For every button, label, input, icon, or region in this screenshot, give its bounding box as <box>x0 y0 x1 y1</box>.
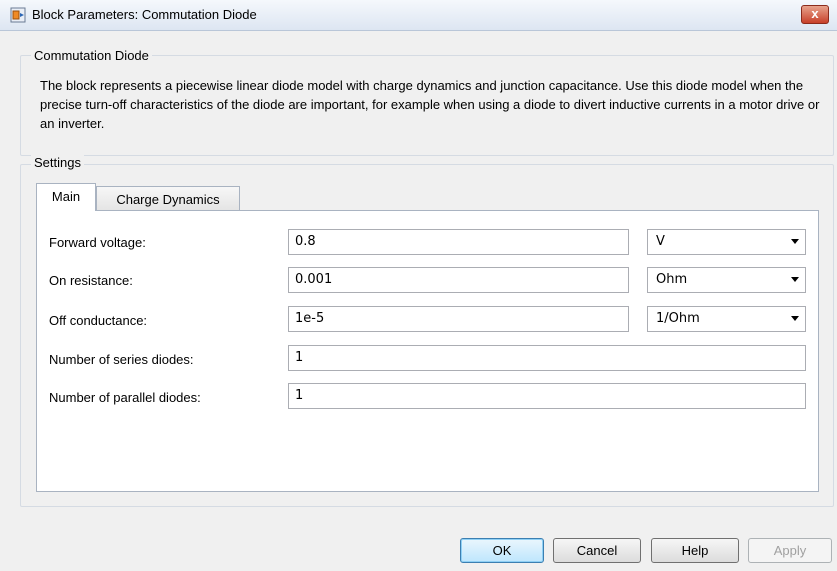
forward-voltage-unit-select[interactable]: V <box>647 229 806 255</box>
off-conductance-unit-value: 1/Ohm <box>656 311 700 326</box>
title-bar[interactable]: Block Parameters: Commutation Diode x <box>0 0 837 31</box>
ok-button[interactable]: OK <box>460 538 544 563</box>
off-conductance-unit-select[interactable]: 1/Ohm <box>647 306 806 332</box>
off-conductance-input[interactable]: 1e-5 <box>288 306 629 332</box>
on-resistance-input[interactable]: 0.001 <box>288 267 629 293</box>
cancel-button[interactable]: Cancel <box>553 538 641 563</box>
apply-button[interactable]: Apply <box>748 538 832 563</box>
parallel-diodes-label: Number of parallel diodes: <box>49 390 201 405</box>
chevron-down-icon <box>791 277 799 282</box>
on-resistance-unit-select[interactable]: Ohm <box>647 267 806 293</box>
series-diodes-label: Number of series diodes: <box>49 352 194 367</box>
series-diodes-input[interactable]: 1 <box>288 345 806 371</box>
settings-group-title: Settings <box>31 155 84 170</box>
on-resistance-unit-value: Ohm <box>656 272 688 287</box>
off-conductance-label: Off conductance: <box>49 313 148 328</box>
simulink-block-icon <box>10 7 26 23</box>
chevron-down-icon <box>791 316 799 321</box>
tab-charge-dynamics[interactable]: Charge Dynamics <box>96 186 240 212</box>
chevron-down-icon <box>791 239 799 244</box>
help-button[interactable]: Help <box>651 538 739 563</box>
forward-voltage-unit-value: V <box>656 234 665 249</box>
parallel-diodes-input[interactable]: 1 <box>288 383 806 409</box>
window-title: Block Parameters: Commutation Diode <box>32 7 257 22</box>
block-group-title: Commutation Diode <box>31 48 152 63</box>
on-resistance-label: On resistance: <box>49 273 133 288</box>
forward-voltage-label: Forward voltage: <box>49 235 146 250</box>
close-button[interactable]: x <box>801 5 829 24</box>
forward-voltage-input[interactable]: 0.8 <box>288 229 629 255</box>
block-description: The block represents a piecewise linear … <box>40 78 820 131</box>
tab-main[interactable]: Main <box>36 183 96 211</box>
